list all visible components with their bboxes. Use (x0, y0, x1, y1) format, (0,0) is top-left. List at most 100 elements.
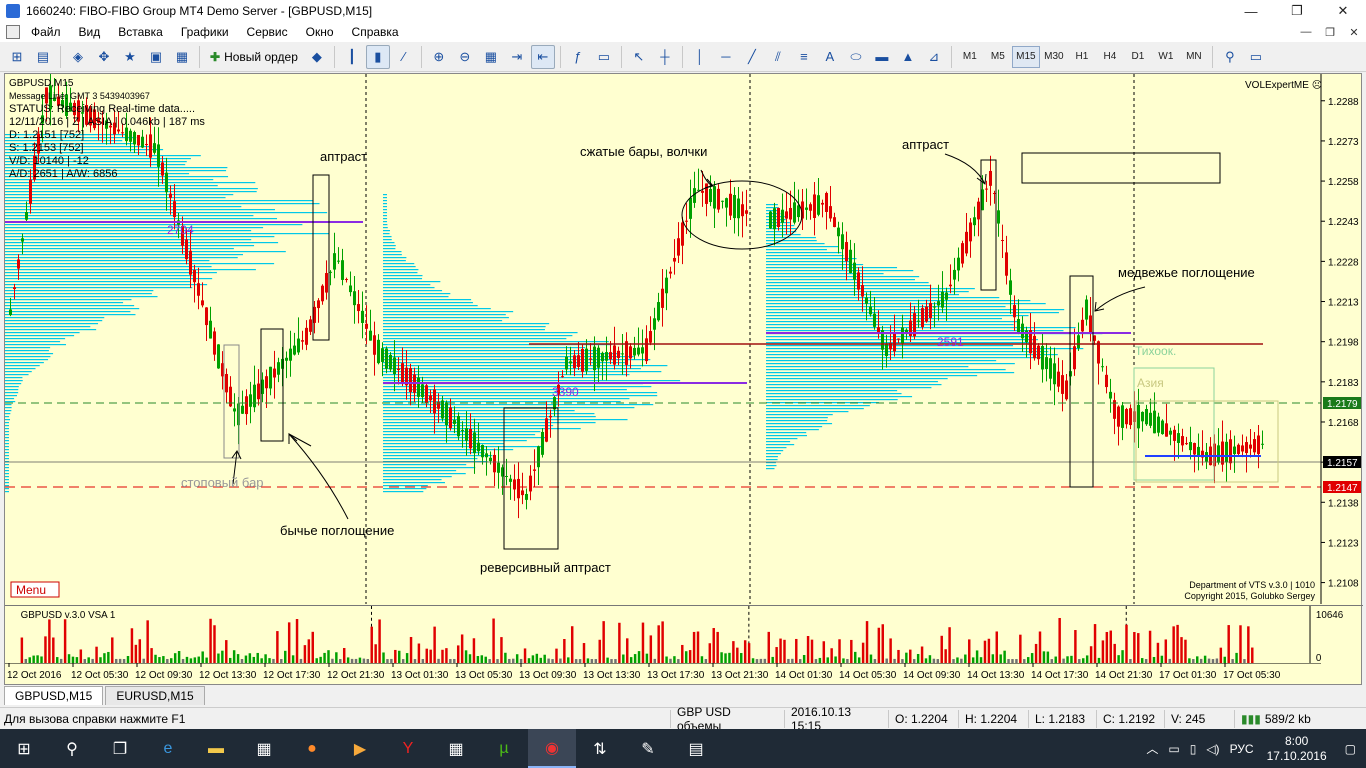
profile-bar (5, 194, 234, 196)
tab-gbpusd[interactable]: GBPUSD,M15 (4, 686, 104, 705)
chart-window[interactable]: 2704 3390 2591 аптраст сжатые бары, волч… (4, 73, 1363, 685)
chart-shift-icon[interactable]: ⇤ (530, 44, 555, 69)
navigator-icon[interactable]: ★ (118, 45, 142, 69)
store-icon[interactable]: ▦ (240, 729, 288, 768)
tf-h1[interactable]: H1 (1068, 46, 1096, 68)
new-chart-icon[interactable]: ⊞ (5, 45, 29, 69)
tf-h4[interactable]: H4 (1096, 46, 1124, 68)
profile-bar (766, 288, 975, 290)
tile-windows-icon[interactable]: ▦ (479, 45, 503, 69)
notes-icon[interactable]: ▤ (672, 729, 720, 768)
close-button[interactable]: ✕ (1320, 0, 1366, 22)
profile-bar (766, 393, 902, 395)
tf-d1[interactable]: D1 (1124, 46, 1152, 68)
edge-icon[interactable]: e (144, 729, 192, 768)
candle (1233, 446, 1236, 455)
profile-bar (5, 458, 9, 460)
restore-button[interactable]: ❐ (1274, 0, 1320, 22)
tf-mn[interactable]: MN (1180, 46, 1208, 68)
zoom-in-icon[interactable]: ⊕ (427, 45, 451, 69)
line-chart-icon[interactable]: ∕ (392, 45, 416, 69)
menu-window[interactable]: Окно (297, 22, 343, 42)
horizontal-line-icon[interactable]: ─ (714, 45, 738, 69)
terminal-app-icon[interactable]: ⇅ (576, 729, 624, 768)
price-chart[interactable]: 2704 3390 2591 аптраст сжатые бары, волч… (5, 74, 1363, 604)
terminal-icon[interactable]: ▣ (144, 45, 168, 69)
tf-m30[interactable]: M30 (1040, 46, 1068, 68)
rectangle-icon[interactable]: ▬ (870, 45, 894, 69)
volume-bar (618, 622, 621, 663)
annotation-text: медвежье поглощение (1118, 265, 1255, 280)
menu-tools[interactable]: Сервис (238, 22, 297, 42)
channel-icon[interactable]: ⫽ (766, 45, 790, 69)
clock[interactable]: 8:00 17.10.2016 (1259, 734, 1335, 764)
cursor-icon[interactable]: ↖ (627, 45, 651, 69)
tf-m5[interactable]: M5 (984, 46, 1012, 68)
volume-icon[interactable]: ◁) (1201, 742, 1224, 756)
tf-m15[interactable]: M15 (1011, 45, 1040, 68)
chat-icon[interactable]: ▭ (1244, 45, 1268, 69)
explorer-icon[interactable]: ▬ (192, 729, 240, 768)
tf-w1[interactable]: W1 (1152, 46, 1180, 68)
firefox-icon[interactable]: ● (288, 729, 336, 768)
task-view-icon[interactable]: ❐ (96, 729, 144, 768)
time-tick-label: 17 Oct 05:30 (1223, 670, 1281, 681)
vertical-line-icon[interactable]: │ (688, 45, 712, 69)
menu-button-label[interactable]: Menu (16, 583, 46, 597)
info-line: S: 1.2153 [752] (9, 142, 84, 154)
templates-icon[interactable]: ▭ (592, 45, 616, 69)
menu-charts[interactable]: Графики (172, 22, 238, 42)
new-order-button[interactable]: ✚ Новый ордер (204, 45, 304, 69)
search-icon[interactable]: ⚲ (1218, 45, 1242, 69)
mdi-close-icon[interactable]: ✕ (1342, 26, 1366, 39)
tray-expand-icon[interactable]: ︿ (1141, 740, 1163, 757)
profile-bar (5, 269, 256, 271)
indicators-icon[interactable]: ƒ (566, 45, 590, 69)
market-watch-icon[interactable]: ◈ (66, 45, 90, 69)
language-indicator[interactable]: РУС (1225, 742, 1259, 756)
candles-icon[interactable]: ▮ (365, 44, 390, 69)
candle (29, 179, 32, 204)
tester-icon[interactable]: ▦ (170, 45, 194, 69)
profiles-icon[interactable]: ▤ (31, 45, 55, 69)
search-icon[interactable]: ⚲ (48, 729, 96, 768)
battery-icon[interactable]: ▯ (1185, 742, 1202, 756)
candle (1157, 416, 1160, 433)
zoom-out-icon[interactable]: ⊖ (453, 45, 477, 69)
ellipse-icon[interactable]: ⬭ (844, 45, 868, 69)
fibo-fan-icon[interactable]: ⊿ (922, 45, 946, 69)
volume-bar (32, 655, 35, 663)
document-icon[interactable] (6, 25, 20, 39)
utorrent-icon[interactable]: µ (480, 729, 528, 768)
network-icon[interactable]: ▭ (1163, 742, 1184, 756)
start-icon[interactable]: ⊞ (0, 729, 48, 768)
bar-chart-icon[interactable]: ┃ (340, 45, 364, 69)
notifications-icon[interactable]: ▢ (1335, 742, 1366, 756)
tf-m1[interactable]: M1 (956, 46, 984, 68)
metatrader-icon[interactable]: ◉ (528, 729, 576, 768)
text-icon[interactable]: A (818, 45, 842, 69)
menu-view[interactable]: Вид (70, 22, 110, 42)
autotrading-icon[interactable]: ◆ (305, 45, 329, 69)
autoscroll-icon[interactable]: ⇥ (505, 45, 529, 69)
triangle-icon[interactable]: ▲ (896, 45, 920, 69)
volume-bar (1093, 624, 1097, 663)
yandex-icon[interactable]: Y (384, 729, 432, 768)
mdi-minimize-icon[interactable]: — (1294, 26, 1318, 39)
menu-file[interactable]: Файл (22, 22, 70, 42)
media-icon[interactable]: ▶ (336, 729, 384, 768)
calculator-icon[interactable]: ▦ (432, 729, 480, 768)
minimize-button[interactable]: — (1228, 0, 1274, 22)
fibo-icon[interactable]: ≡ (792, 45, 816, 69)
volume-bars (20, 617, 1254, 663)
mdi-restore-icon[interactable]: ❐ (1318, 26, 1342, 39)
trendline-icon[interactable]: ╱ (740, 45, 764, 69)
crosshair-icon[interactable]: ┼ (653, 45, 677, 69)
menu-insert[interactable]: Вставка (109, 22, 172, 42)
menu-help[interactable]: Справка (343, 22, 408, 42)
tab-eurusd[interactable]: EURUSD,M15 (105, 686, 205, 705)
data-window-icon[interactable]: ✥ (92, 45, 116, 69)
volume-bar (747, 643, 751, 663)
paint-icon[interactable]: ✎ (624, 729, 672, 768)
profile-bar (5, 317, 105, 319)
